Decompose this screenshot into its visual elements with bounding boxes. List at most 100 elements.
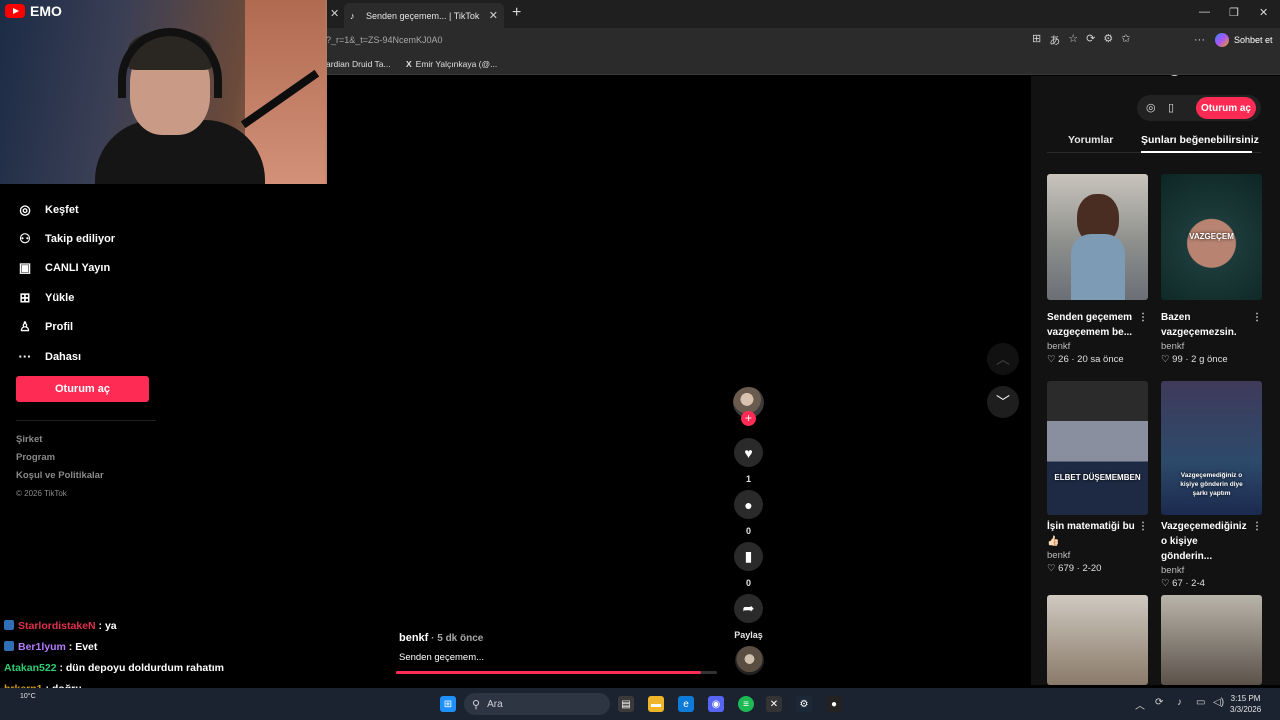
share-button[interactable]: ➦ — [734, 594, 763, 623]
chat-username: Ber1lyum — [18, 641, 66, 653]
sidebar-item-label: Takip ediliyor — [45, 233, 116, 246]
recommended-video-card[interactable]: VAZGEÇEM Bazen vazgeçemezsin. ⋮ benkf ♡ 9… — [1161, 174, 1262, 365]
close-tab-icon[interactable]: ✕ — [489, 9, 498, 22]
tray-sync-icon[interactable]: ⟳ — [1155, 697, 1163, 708]
clock-time: 3:15 PM — [1230, 694, 1261, 703]
spotify-icon[interactable]: ≡ — [738, 696, 754, 712]
weather-widget[interactable]: 10°C — [20, 693, 36, 700]
follow-plus-icon[interactable]: + — [741, 411, 756, 426]
bookmark-item[interactable]: ardian Druid Ta... — [326, 59, 391, 69]
search-placeholder: Ara — [487, 698, 503, 710]
windows-start-icon[interactable]: ⊞ — [440, 696, 456, 712]
file-explorer-icon[interactable]: ▬ — [648, 696, 664, 712]
chat-badge-icon — [4, 641, 14, 651]
maximize-icon[interactable]: ❐ — [1229, 6, 1239, 19]
browser-tab[interactable]: ♪ Senden geçemem... | TikTok ✕ — [344, 3, 504, 28]
copyright: © 2026 TikTok — [16, 489, 67, 498]
discord-icon[interactable]: ◉ — [708, 696, 724, 712]
sidebar-divider — [16, 420, 156, 421]
card-title: İşin matematiği bu 👍🏻 ⋮ — [1047, 519, 1148, 549]
sidebar-item-profile[interactable]: ♙ Profil — [16, 313, 115, 342]
footer-link-terms[interactable]: Koşul ve Politikalar — [16, 467, 104, 485]
taskbar-search[interactable]: ⚲ Ara — [464, 693, 610, 715]
card-author[interactable]: benkf — [1161, 565, 1262, 576]
video-progress-bar[interactable] — [396, 671, 717, 674]
search-icon: ⚲ — [472, 698, 481, 711]
card-author[interactable]: benkf — [1161, 341, 1262, 352]
recommended-video-card[interactable]: ELBET DÜŞEMEMBEN İşin matematiği bu 👍🏻 ⋮ … — [1047, 381, 1148, 574]
sidebar-item-explore[interactable]: ◎ Keşfet — [16, 195, 115, 224]
window-close-icon[interactable]: ✕ — [1259, 6, 1268, 19]
footer-link-program[interactable]: Program — [16, 449, 104, 467]
terminal-icon[interactable]: ✕ — [766, 696, 782, 712]
chevron-down-icon: ﹀ — [996, 394, 1010, 410]
extensions-icon[interactable]: ⚙ — [1103, 32, 1113, 48]
sidebar-item-more[interactable]: ··· Dahası — [16, 342, 115, 371]
microphone-icon[interactable]: ♪ — [1177, 697, 1182, 708]
tray-chevron-icon[interactable]: ︿ — [1135, 697, 1145, 712]
copilot-chat-button[interactable]: Sohbet et — [1215, 33, 1273, 47]
footer-link-company[interactable]: Şirket — [16, 431, 104, 449]
sidebar-item-following[interactable]: ⚇ Takip ediliyor — [16, 224, 115, 253]
clock-date: 3/3/2026 — [1230, 705, 1262, 714]
more-options-icon[interactable]: ⋮ — [1252, 519, 1262, 534]
obs-icon[interactable]: ● — [826, 696, 842, 712]
new-tab-icon[interactable]: + — [512, 4, 521, 22]
comment-button[interactable]: ● — [734, 490, 763, 519]
save-button[interactable]: ▮ — [734, 542, 763, 571]
sidebar-footer: Şirket Program Koşul ve Politikalar © 20… — [16, 431, 104, 503]
taskbar-clock[interactable]: 3:15 PM 3/3/2026 — [1230, 693, 1261, 715]
sidebar-item-label: Yükle — [45, 291, 75, 304]
recommended-video-card[interactable] — [1047, 595, 1148, 685]
video-thumbnail — [1047, 595, 1148, 685]
close-tab-icon[interactable]: ✕ — [330, 7, 339, 20]
tab-comments[interactable]: Yorumlar — [1068, 134, 1113, 146]
network-icon[interactable]: ▭ — [1196, 697, 1205, 708]
tab-title: Senden geçemem... | TikTok — [366, 10, 480, 21]
minimize-icon[interactable]: — — [1199, 6, 1210, 18]
sidebar-item-live[interactable]: ▣ CANLI Yayın — [16, 254, 115, 283]
card-author[interactable]: benkf — [1047, 341, 1148, 352]
sidebar-item-label: CANLI Yayın — [45, 262, 111, 275]
card-title: Vazgeçemediğiniz o kişiye gönderin... ⋮ — [1161, 519, 1262, 564]
copilot-icon — [1215, 33, 1229, 47]
right-login-button[interactable]: Oturum aç — [1196, 97, 1256, 119]
tab-you-may-like[interactable]: Şunları beğenebilirsiniz — [1141, 134, 1259, 146]
more-options-icon[interactable]: ⋮ — [1138, 310, 1148, 325]
more-options-icon[interactable]: ⋮ — [1138, 519, 1148, 534]
tiktok-favicon-icon: ♪ — [350, 10, 355, 21]
translate-icon[interactable]: あ — [1049, 32, 1060, 48]
compass-icon[interactable]: ◎ — [1146, 101, 1156, 114]
screen: ✕ ♪ Senden geçemem... | TikTok ✕ + — ❐ ✕… — [0, 0, 1280, 720]
task-view-icon[interactable]: ▤ — [618, 696, 634, 712]
recommended-video-card[interactable]: Senden geçemem vazgeçemem be... ⋮ benkf ♡… — [1047, 174, 1148, 365]
profile-icon: ♙ — [19, 319, 31, 335]
thumbnail-overlay-text: Vazgeçemediğiniz o kişiye gönderin diye … — [1180, 472, 1243, 497]
card-title-text: Bazen vazgeçemezsin. — [1161, 312, 1237, 338]
recommended-video-card[interactable] — [1161, 595, 1262, 685]
steam-icon[interactable]: ⚙ — [796, 696, 812, 712]
sidebar-item-upload[interactable]: ⊞ Yükle — [16, 283, 115, 312]
login-button[interactable]: Oturum aç — [16, 376, 149, 402]
previous-video-button[interactable]: ︿ — [987, 343, 1019, 375]
next-video-button[interactable]: ﹀ — [987, 386, 1019, 418]
favorites-icon[interactable]: ✩ — [1121, 32, 1130, 48]
menu-dots-icon[interactable]: ··· — [1194, 34, 1205, 46]
webcam-overlay: EMO — [0, 0, 327, 184]
share-arrow-icon: ➦ — [742, 600, 755, 616]
bookmark-item[interactable]: X Emir Yalçınkaya (@... — [406, 59, 497, 69]
more-options-icon[interactable]: ⋮ — [1252, 310, 1262, 325]
volume-icon[interactable]: ◁) — [1213, 697, 1224, 708]
recommended-video-card[interactable]: Vazgeçemediğiniz o kişiye gönderin diye … — [1161, 381, 1262, 589]
favorite-star-icon[interactable]: ☆ — [1068, 32, 1078, 48]
music-disc[interactable] — [735, 646, 764, 675]
video-author[interactable]: benkf — [399, 632, 428, 644]
like-button[interactable]: ♥ — [734, 438, 763, 467]
phone-icon[interactable]: ▯ — [1168, 101, 1174, 114]
edge-browser-icon[interactable]: e — [678, 696, 694, 712]
card-author[interactable]: benkf — [1047, 550, 1148, 561]
url-field[interactable]: ?_r=1&_t=ZS-94NcemKJ0A0 — [326, 35, 443, 45]
app-icon[interactable]: ⊞ — [1032, 32, 1041, 48]
refresh-icon[interactable]: ⟳ — [1086, 32, 1095, 48]
video-time: · 5 dk önce — [428, 633, 484, 644]
